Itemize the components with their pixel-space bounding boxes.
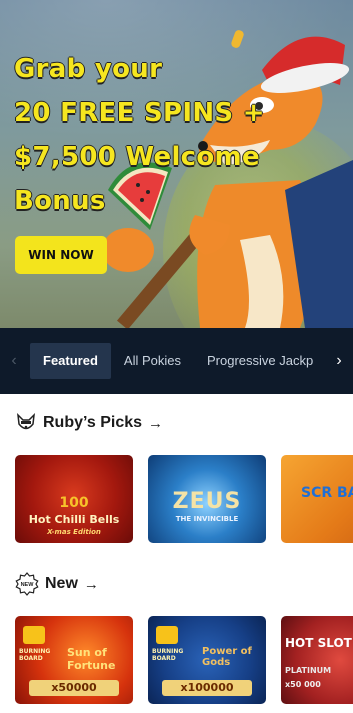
hero-banner[interactable]: Grab your 20 FREE SPINS + $7,500 Welcome…: [0, 0, 353, 328]
game-card-power-of-gods[interactable]: BURNING BOARD Power of Gods x100000: [148, 616, 266, 704]
game-card-multiplier: x50 000: [285, 680, 321, 689]
arrow-right-icon: →: [148, 414, 164, 432]
new-badge-icon: NEW: [15, 572, 39, 596]
new-games-row: BURNING BOARD Sun of Fortune x50000 BURN…: [15, 616, 353, 704]
win-now-button[interactable]: WIN NOW: [15, 236, 107, 274]
game-card-name: SCR BA: [301, 485, 353, 501]
game-card-subtitle: X-mas Edition: [47, 528, 101, 536]
hero-title-line-4: Bonus: [14, 186, 106, 216]
tabs-scroll-right-icon[interactable]: ›: [327, 328, 351, 394]
game-card-multiplier: x50000: [29, 680, 119, 696]
burning-board-logo-icon: [23, 626, 45, 644]
tab-progressive-jackpots[interactable]: Progressive Jackp: [194, 343, 326, 379]
game-card-sun-of-fortune[interactable]: BURNING BOARD Sun of Fortune x50000: [15, 616, 133, 704]
rubys-picks-title: Ruby’s Picks: [43, 414, 143, 431]
game-card-name: Power of Gods: [202, 646, 252, 668]
hero-title: Grab your 20 FREE SPINS + $7,500 Welcome…: [14, 47, 304, 223]
game-card-brand: BURNING BOARD: [19, 648, 51, 662]
arrow-right-icon: →: [83, 575, 99, 593]
tab-all-pokies[interactable]: All Pokies: [111, 343, 194, 379]
tabs-scroll-left-icon[interactable]: ‹: [2, 328, 26, 394]
hero-title-line-3: $7,500 Welcome: [14, 142, 260, 172]
hero-title-line-2: 20 FREE SPINS +: [14, 98, 265, 128]
game-card-scratch-partial[interactable]: SCR BA: [281, 455, 353, 543]
game-card-number: 100: [59, 495, 89, 511]
game-card-name: ZEUS: [172, 489, 242, 514]
game-card-hot-chilli-bells[interactable]: 100 Hot Chilli Bells X-mas Edition: [15, 455, 133, 543]
new-badge-icon-label: NEW: [21, 582, 35, 588]
new-games-title: New: [45, 575, 78, 592]
game-card-name: Hot Chilli Bells: [28, 513, 120, 526]
ruby-fox-icon: [17, 412, 35, 430]
tab-featured[interactable]: Featured: [30, 343, 111, 379]
game-card-hot-slot-platinum-partial[interactable]: HOT SLOT PLATINUM x50 000: [281, 616, 353, 704]
game-card-name: Sun of Fortune: [67, 646, 116, 672]
game-card-brand: BURNING BOARD: [152, 648, 184, 662]
burning-board-logo-icon: [156, 626, 178, 644]
rubys-picks-row: 100 Hot Chilli Bells X-mas Edition ZEUS …: [15, 455, 353, 543]
hero-title-line-1: Grab your: [14, 54, 163, 84]
game-card-subtitle: PLATINUM: [285, 666, 332, 675]
game-card-zeus-the-invincible[interactable]: ZEUS THE INVINCIBLE: [148, 455, 266, 543]
game-card-subtitle: THE INVINCIBLE: [175, 515, 239, 523]
category-tabs-bar: ‹ Featured All Pokies Progressive Jackp ›: [0, 328, 353, 394]
game-card-name: HOT SLOT: [285, 636, 352, 650]
game-card-multiplier: x100000: [162, 680, 252, 696]
rubys-picks-header[interactable]: Ruby’s Picks →: [15, 411, 163, 435]
category-tab-strip: Featured All Pokies Progressive Jackp: [30, 343, 326, 379]
new-games-header[interactable]: NEW New →: [15, 572, 99, 596]
